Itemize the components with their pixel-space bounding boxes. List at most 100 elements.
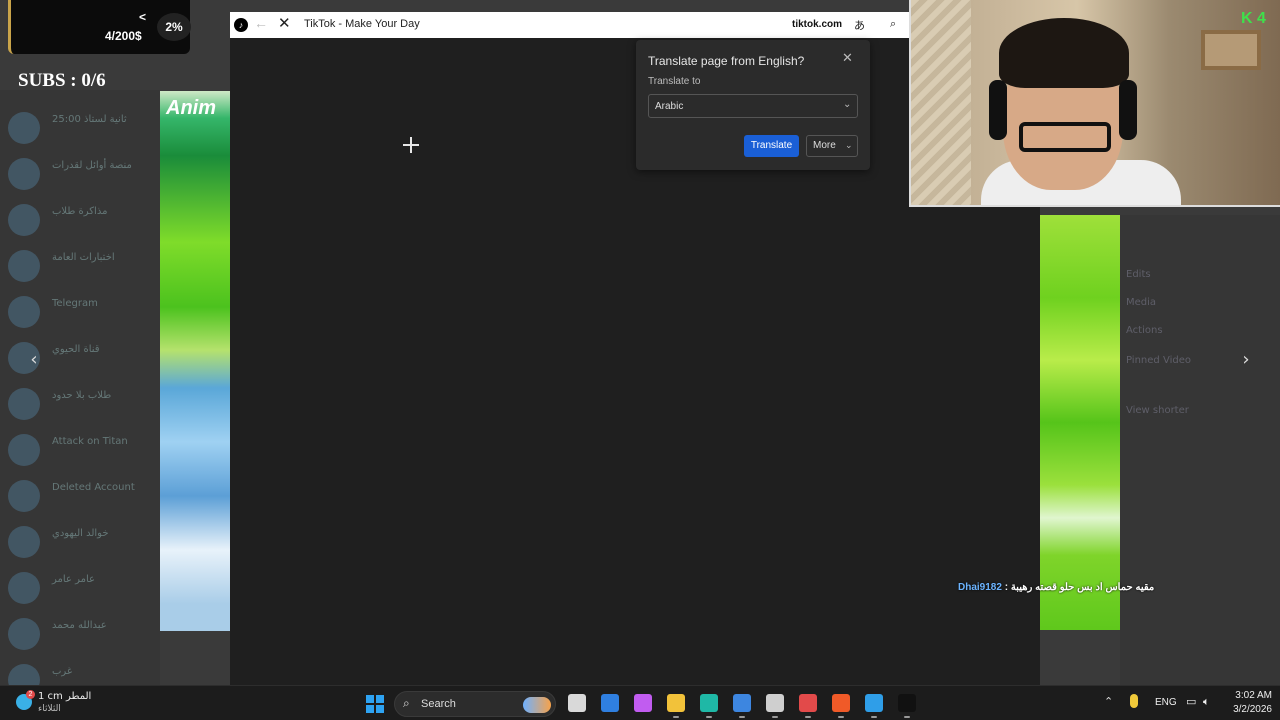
list-item-label: Deleted Account <box>52 482 135 493</box>
weather-badge: 2 <box>26 690 35 699</box>
search-label: Search <box>421 698 456 710</box>
list-item: Deleted Account <box>8 476 158 516</box>
avatar <box>8 204 40 236</box>
edge-icon[interactable] <box>700 694 718 712</box>
avatar <box>8 480 40 512</box>
taskbar-search[interactable]: ⌕ Search <box>394 691 556 717</box>
list-item-label: مذاكرة طلاب <box>52 206 108 217</box>
running-indicator <box>772 716 778 718</box>
chat-separator: : <box>1001 582 1011 593</box>
avatar <box>8 618 40 650</box>
list-item: مذاكرة طلاب <box>8 200 158 240</box>
chat-text: مقيه حماس اد بس حلو قصته رهيبة <box>1010 582 1155 593</box>
list-item: ثانية لستاذ 25:00 <box>8 108 158 148</box>
donation-goal-widget: < 4/200$ 2% <box>8 0 191 54</box>
anime-logo: Anim <box>166 97 216 119</box>
chevron-up-icon[interactable]: ⌃ <box>1104 695 1113 708</box>
list-item: خوالد اليهودي <box>8 522 158 562</box>
background-side-panel: Edits Media Actions Pinned Video View sh… <box>1120 215 1280 685</box>
running-indicator <box>871 716 877 718</box>
webcam-wall-frame <box>1201 30 1261 70</box>
mail-icon[interactable] <box>601 694 619 712</box>
list-item-label: غرب <box>52 666 73 677</box>
running-indicator <box>904 716 910 718</box>
language-indicator[interactable]: ENG <box>1155 697 1177 708</box>
windows-start-icon[interactable] <box>366 695 384 713</box>
language-select[interactable]: Arabic ⌄ <box>648 94 858 118</box>
next-arrow-icon[interactable]: › <box>1234 348 1258 372</box>
running-indicator <box>673 716 679 718</box>
microphone-icon[interactable] <box>1130 694 1138 708</box>
goal-arrow: < <box>139 10 147 24</box>
translate-popup: Translate page from English? ✕ Translate… <box>636 40 870 170</box>
task-view-icon[interactable] <box>568 694 586 712</box>
panel-item: View shorter <box>1126 405 1189 416</box>
chevron-down-icon: ⌄ <box>843 99 852 110</box>
zoom-icon[interactable]: ⌕ <box>890 17 896 31</box>
tiktok-icon[interactable] <box>898 694 916 712</box>
address-domain[interactable]: tiktok.com <box>792 19 842 30</box>
stop-loading-icon[interactable]: ✕ <box>278 14 291 32</box>
list-item-label: قناة الحيوي <box>52 344 100 355</box>
running-indicator <box>739 716 745 718</box>
running-indicator <box>706 716 712 718</box>
panel-item: Edits <box>1126 269 1151 280</box>
store-icon[interactable] <box>733 694 751 712</box>
headset-icon <box>989 80 1007 140</box>
avatar <box>8 572 40 604</box>
list-item: منصة أوائل لقدرات <box>8 154 158 194</box>
chat-username: Dhai9182 <box>958 582 1002 593</box>
more-button[interactable]: More ⌄ <box>806 135 858 157</box>
running-indicator <box>805 716 811 718</box>
clock-time[interactable]: 3:02 AM <box>1222 690 1272 701</box>
list-item: Telegram <box>8 292 158 332</box>
avatar <box>8 296 40 328</box>
volume-icon[interactable]: 🔈︎ <box>1203 695 1210 709</box>
webcam-door <box>911 0 971 205</box>
back-arrow-icon[interactable]: ← <box>254 15 268 31</box>
network-icon[interactable]: ▭ <box>1186 695 1196 708</box>
panel-item: Pinned Video <box>1126 355 1191 366</box>
list-item-label: ثانية لستاذ 25:00 <box>52 114 127 125</box>
kick-badge: K 4 <box>1241 10 1266 27</box>
list-item: طلاب بلا حدود <box>8 384 158 424</box>
copilot-icon[interactable] <box>634 694 652 712</box>
list-item-label: Attack on Titan <box>52 436 128 447</box>
brave-icon[interactable] <box>832 694 850 712</box>
list-item: عامر عامر <box>8 568 158 608</box>
list-item: عبدالله محمد <box>8 614 158 654</box>
avatar <box>8 388 40 420</box>
list-item-label: اختبارات العامة <box>52 252 115 263</box>
anime-video-strip-right <box>1040 215 1120 630</box>
chevron-down-icon: ⌄ <box>845 141 853 151</box>
avatar <box>8 526 40 558</box>
settings-icon[interactable] <box>766 694 784 712</box>
webcam-person-hair <box>999 18 1129 88</box>
translate-button[interactable]: Translate <box>744 135 799 157</box>
panel-item: Media <box>1126 297 1157 308</box>
clock-date[interactable]: 3/2/2026 <box>1222 704 1272 715</box>
page-title: TikTok - Make Your Day <box>304 18 420 30</box>
avatar <box>8 112 40 144</box>
list-item-label: Telegram <box>52 298 98 309</box>
avatar <box>8 158 40 190</box>
list-item-label: طلاب بلا حدود <box>52 390 112 401</box>
anime-video-strip-left: Anim <box>160 91 230 631</box>
browser-toolbar: ♪ ← ✕ TikTok - Make Your Day tiktok.com … <box>230 12 910 38</box>
search-highlight-icon <box>523 697 551 713</box>
photos-icon[interactable] <box>865 694 883 712</box>
running-indicator <box>838 716 844 718</box>
chat-message: Dhai9182 : مقيه حماس اد بس حلو قصته رهيب… <box>958 582 1154 593</box>
translate-icon[interactable]: あ <box>854 17 865 33</box>
close-icon[interactable]: ✕ <box>842 51 853 66</box>
chrome-icon[interactable] <box>799 694 817 712</box>
search-icon: ⌕ <box>403 696 410 710</box>
list-item-label: خوالد اليهودي <box>52 528 109 539</box>
taskbar: 2 1 cm المطر الثلاثاء ⌕ Search ⌃ ENG ▭ 🔈… <box>0 685 1280 720</box>
panel-item: Actions <box>1126 325 1163 336</box>
goal-amount: 4/200$ <box>105 29 142 43</box>
weather-day: الثلاثاء <box>38 704 61 714</box>
weather-text[interactable]: 1 cm المطر <box>38 691 91 702</box>
previous-arrow-icon[interactable]: ‹ <box>22 348 46 372</box>
file-explorer-icon[interactable] <box>667 694 685 712</box>
